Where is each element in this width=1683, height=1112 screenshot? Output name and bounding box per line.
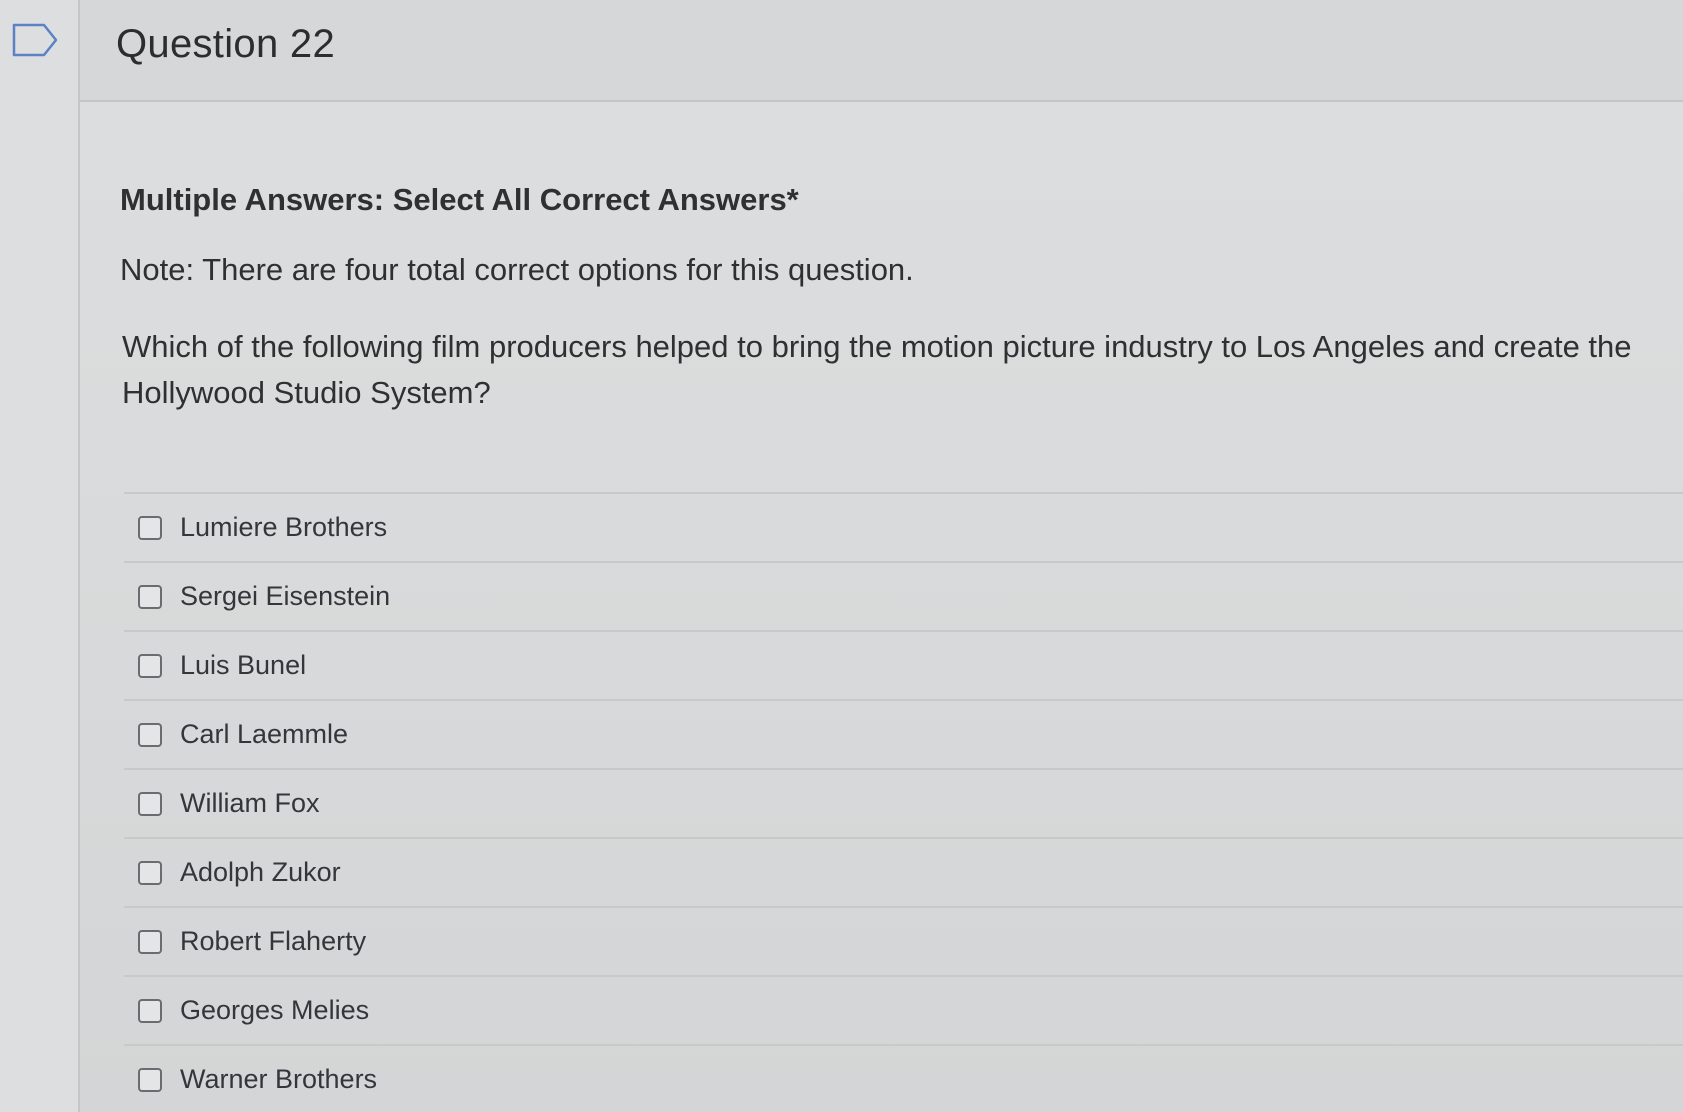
answer-option[interactable]: Carl Laemmle <box>124 701 1683 770</box>
answer-label[interactable]: Adolph Zukor <box>180 857 341 888</box>
answer-checkbox[interactable] <box>138 860 162 885</box>
answer-list: Lumiere Brothers Sergei Eisenstein Luis … <box>124 492 1683 1112</box>
answer-checkbox[interactable] <box>138 791 162 816</box>
answer-checkbox[interactable] <box>138 653 162 678</box>
answer-option[interactable]: Adolph Zukor <box>124 839 1683 908</box>
answer-checkbox[interactable] <box>138 929 162 954</box>
answer-option[interactable]: Lumiere Brothers <box>124 494 1683 563</box>
answer-label[interactable]: Lumiere Brothers <box>180 512 387 543</box>
question-note: Note: There are four total correct optio… <box>120 252 914 287</box>
flag-icon[interactable] <box>10 22 60 58</box>
question-content: Multiple Answers: Select All Correct Ans… <box>80 102 1683 1112</box>
answer-option[interactable]: Warner Brothers <box>124 1046 1683 1112</box>
answer-label[interactable]: Georges Melies <box>180 995 369 1026</box>
answer-label[interactable]: Luis Bunel <box>180 650 306 681</box>
question-instructions: Multiple Answers: Select All Correct Ans… <box>120 182 799 217</box>
answer-label[interactable]: Sergei Eisenstein <box>180 581 390 612</box>
answer-checkbox[interactable] <box>138 515 162 540</box>
answer-option[interactable]: Luis Bunel <box>124 632 1683 701</box>
question-header: Question 22 <box>80 0 1683 102</box>
answer-label[interactable]: Warner Brothers <box>180 1064 377 1095</box>
answer-label[interactable]: Carl Laemmle <box>180 719 348 750</box>
answer-label[interactable]: Robert Flaherty <box>180 926 366 957</box>
answer-checkbox[interactable] <box>138 584 162 609</box>
question-title: Question 22 <box>116 22 336 66</box>
answer-checkbox[interactable] <box>138 998 162 1023</box>
question-gutter <box>0 0 80 1112</box>
answer-checkbox[interactable] <box>138 1067 162 1092</box>
answer-option[interactable]: Robert Flaherty <box>124 908 1683 977</box>
answer-option[interactable]: Georges Melies <box>124 977 1683 1046</box>
question-text: Which of the following film producers he… <box>122 329 1632 410</box>
answer-option[interactable]: Sergei Eisenstein <box>124 563 1683 632</box>
quiz-screen: Question 22 Multiple Answers: Select All… <box>0 0 1683 1112</box>
answer-option[interactable]: William Fox <box>124 770 1683 839</box>
answer-label[interactable]: William Fox <box>180 788 320 819</box>
answer-checkbox[interactable] <box>138 722 162 747</box>
